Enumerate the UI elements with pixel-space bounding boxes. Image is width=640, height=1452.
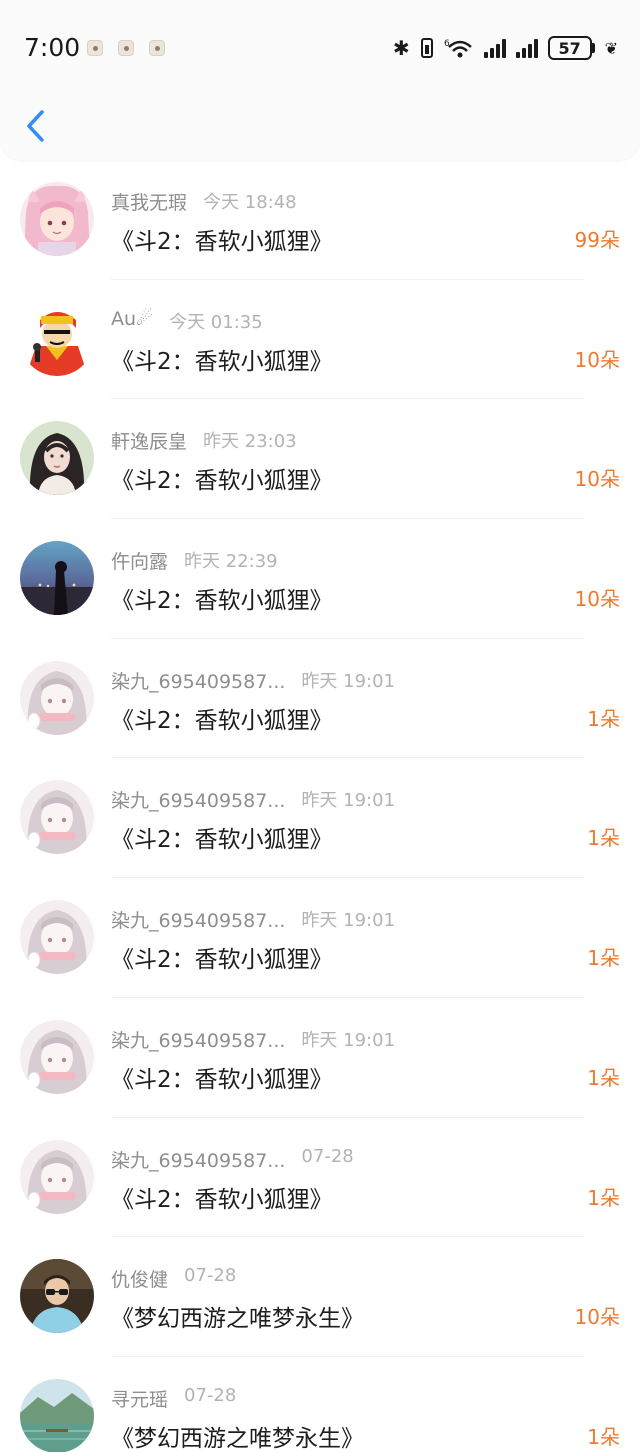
back-button[interactable] [20, 104, 56, 148]
leaf-icon: ❦ [604, 38, 618, 58]
svg-text:6: 6 [444, 39, 450, 49]
flower-count: 10朵 [574, 1305, 620, 1330]
status-time: 7:00 [24, 33, 81, 62]
name-line: 仵向露 昨天 22:39 [111, 547, 278, 573]
flower-count: 1朵 [587, 706, 620, 731]
avatar[interactable] [20, 1378, 94, 1452]
user-name[interactable]: 染九_695409587... [111, 1146, 285, 1173]
gift-row[interactable]: 染九_695409587... 昨天 19:01 《斗2：香软小狐狸》 1朵 [0, 878, 640, 998]
avatar[interactable] [20, 421, 94, 496]
gift-row[interactable]: 染九_695409587... 昨天 19:01 《斗2：香软小狐狸》 1朵 [0, 639, 640, 759]
avatar[interactable] [20, 660, 94, 735]
flower-count: 1朵 [587, 946, 620, 971]
flower-count: 10朵 [574, 347, 620, 372]
battery-level: 57 [547, 36, 592, 60]
gift-row[interactable]: 軒逸辰皇 昨天 23:03 《斗2：香软小狐狸》 10朵 [0, 399, 640, 520]
work-title[interactable]: 《斗2：香软小狐狸》 [111, 342, 333, 376]
flower-count: 99朵 [574, 228, 620, 252]
work-title[interactable]: 《斗2：香软小狐狸》 [111, 1180, 333, 1214]
name-line: 染九_695409587... 昨天 19:01 [111, 1026, 395, 1052]
work-title[interactable]: 《斗2：香软小狐狸》 [111, 222, 333, 256]
user-name[interactable]: 染九_695409587... [111, 1026, 285, 1053]
work-title[interactable]: 《斗2：香软小狐狸》 [111, 701, 333, 735]
top-bar: 7:00 ✱ 6 57 ❦ [0, 0, 640, 160]
name-line: 染九_695409587... 昨天 19:01 [111, 667, 395, 693]
flower-count: 10朵 [574, 467, 620, 492]
user-name[interactable]: 染九_695409587... [111, 786, 285, 813]
gift-time: 07-28 [184, 1265, 237, 1287]
gift-row[interactable]: 仇俊健 07-28 《梦幻西游之唯梦永生》 10朵 [0, 1237, 640, 1357]
name-line: 軒逸辰皇 昨天 23:03 [111, 427, 297, 453]
work-title[interactable]: 《斗2：香软小狐狸》 [111, 1060, 333, 1094]
gift-time: 昨天 19:01 [301, 1029, 396, 1051]
gift-time: 昨天 23:03 [203, 431, 297, 453]
name-line: 仇俊健 07-28 [111, 1265, 236, 1291]
user-name[interactable]: 仇俊健 [111, 1265, 168, 1292]
flower-count: 1朵 [587, 826, 620, 851]
name-line: 染九_695409587... 昨天 19:01 [111, 906, 395, 932]
avatar[interactable] [20, 1139, 94, 1214]
notification-icon [149, 40, 165, 56]
user-name[interactable]: Au☄ [111, 308, 153, 330]
gift-row[interactable]: 真我无瑕 今天 18:48 《斗2：香软小狐狸》 99朵 [0, 160, 640, 280]
user-name[interactable]: 軒逸辰皇 [111, 427, 187, 454]
flower-count: 1朵 [587, 1424, 620, 1449]
work-title[interactable]: 《斗2：香软小狐狸》 [111, 581, 333, 615]
gift-time: 昨天 19:01 [301, 910, 396, 932]
name-line: 染九_695409587... 昨天 19:01 [111, 786, 395, 812]
gift-time: 昨天 19:01 [301, 670, 396, 692]
gift-time: 07-28 [301, 1145, 354, 1167]
name-line: 寻元瑶 07-28 [111, 1385, 236, 1411]
bluetooth-icon: ✱ [392, 36, 410, 60]
gift-row[interactable]: 寻元瑶 07-28 《梦幻西游之唯梦永生》 1朵 [0, 1357, 640, 1452]
signal-icon [483, 38, 506, 58]
user-name[interactable]: 仵向露 [111, 547, 168, 574]
signal-icon [515, 38, 538, 58]
gift-row[interactable]: Au☄ 今天 01:35 《斗2：香软小狐狸》 10朵 [0, 280, 640, 400]
wifi-icon: 6 [444, 39, 472, 58]
avatar[interactable] [20, 301, 94, 376]
gift-time: 07-28 [184, 1384, 237, 1406]
user-name[interactable]: 染九_695409587... [111, 667, 285, 694]
avatar[interactable] [20, 1019, 94, 1094]
gift-row[interactable]: 染九_695409587... 昨天 19:01 《斗2：香软小狐狸》 1朵 [0, 998, 640, 1118]
gift-time: 昨天 22:39 [184, 551, 278, 573]
gift-time: 今天 18:48 [203, 192, 297, 213]
gift-list: 真我无瑕 今天 18:48 《斗2：香软小狐狸》 99朵 Au☄ 今天 01:35 《斗2：… [0, 160, 640, 1452]
gift-time: 今天 01:35 [169, 311, 263, 333]
work-title[interactable]: 《斗2：香软小狐狸》 [111, 940, 333, 974]
user-name[interactable]: 寻元瑶 [111, 1385, 168, 1412]
work-title[interactable]: 《梦幻西游之唯梦永生》 [111, 1299, 364, 1333]
battery-icon: 57 [547, 36, 595, 60]
user-name[interactable]: 染九_695409587... [111, 906, 285, 933]
gift-row[interactable]: 染九_695409587... 07-28 《斗2：香软小狐狸》 1朵 [0, 1118, 640, 1238]
flower-count: 10朵 [574, 587, 620, 612]
status-icons: ✱ 6 57 ❦ [393, 34, 618, 62]
avatar[interactable] [20, 182, 94, 256]
flower-count: 1朵 [587, 1065, 620, 1090]
work-title[interactable]: 《梦幻西游之唯梦永生》 [111, 1419, 364, 1452]
flower-count: 1朵 [587, 1185, 620, 1210]
gift-row[interactable]: 仵向露 昨天 22:39 《斗2：香软小狐狸》 10朵 [0, 519, 640, 639]
avatar[interactable] [20, 1259, 94, 1334]
name-line: Au☄ 今天 01:35 [111, 308, 263, 334]
work-title[interactable]: 《斗2：香软小狐狸》 [111, 820, 333, 854]
avatar[interactable] [20, 541, 94, 616]
notification-icon [87, 40, 103, 56]
notification-icon [118, 40, 134, 56]
name-line: 染九_695409587... 07-28 [111, 1146, 354, 1172]
vibrate-icon [420, 38, 433, 58]
avatar[interactable] [20, 900, 94, 975]
user-name[interactable]: 真我无瑕 [111, 188, 187, 215]
gift-time: 昨天 19:01 [301, 790, 396, 812]
name-line: 真我无瑕 今天 18:48 [111, 188, 297, 214]
avatar[interactable] [20, 780, 94, 855]
gift-row[interactable]: 染九_695409587... 昨天 19:01 《斗2：香软小狐狸》 1朵 [0, 758, 640, 879]
work-title[interactable]: 《斗2：香软小狐狸》 [111, 461, 333, 495]
